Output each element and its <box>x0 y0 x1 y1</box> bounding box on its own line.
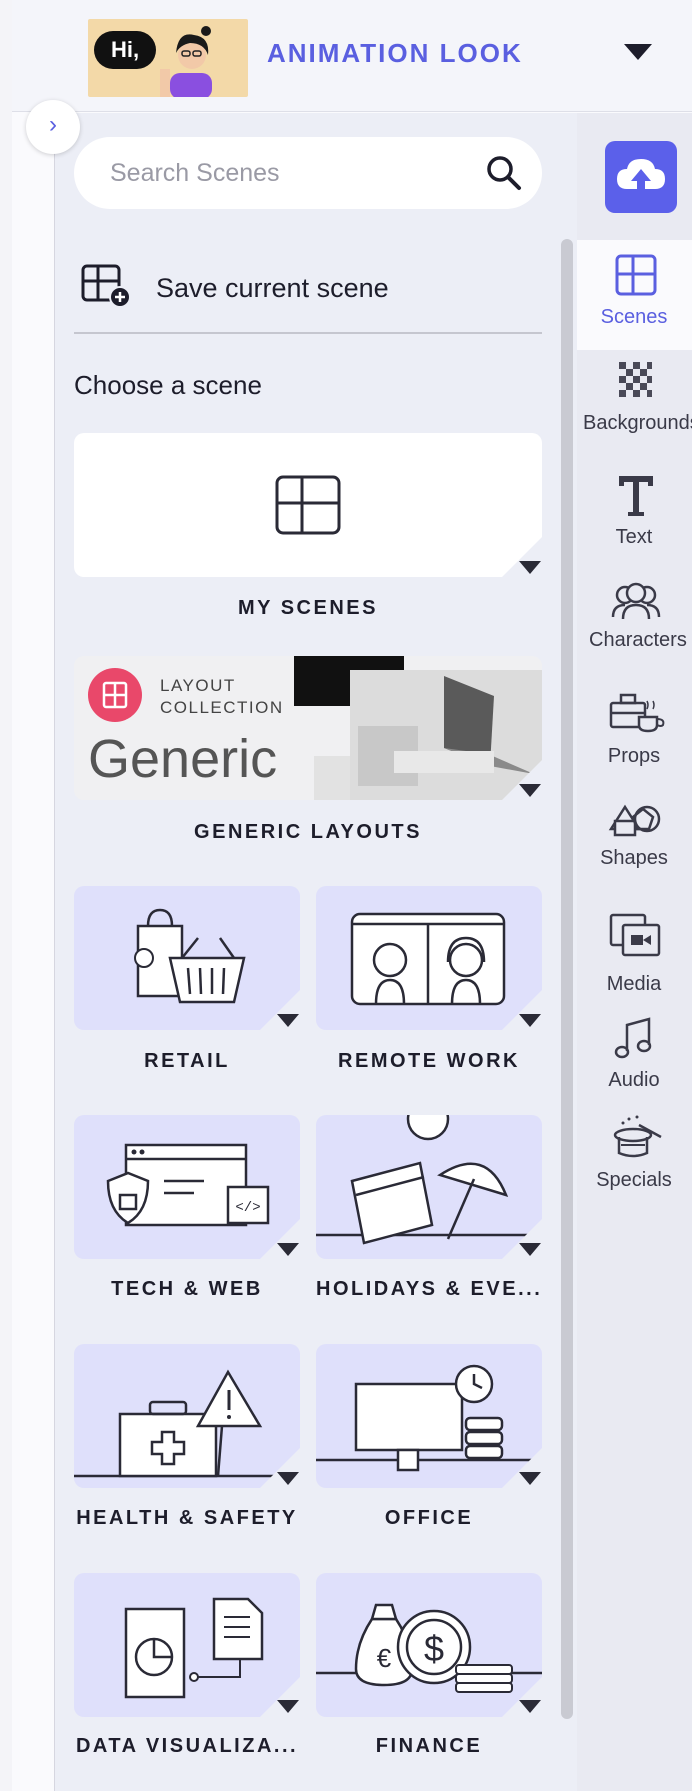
category-label-generic-layouts: GENERIC LAYOUTS <box>194 821 422 843</box>
divider <box>74 332 542 334</box>
choose-scene-heading: Choose a scene <box>74 370 262 400</box>
category-label-data-visualization: DATA VISUALIZA... <box>75 1735 299 1757</box>
shopping-basket-icon <box>74 886 300 1030</box>
nav-shapes[interactable]: Shapes <box>577 801 692 901</box>
category-label-holidays-events: HOLIDAYS & EVE... <box>316 1278 543 1300</box>
video-call-icon <box>316 886 542 1030</box>
scenes-icon <box>615 254 657 296</box>
speech-bubble: Hi, <box>94 31 156 69</box>
data-visualization-dropdown-icon[interactable] <box>277 1700 299 1713</box>
music-note-icon <box>614 1017 652 1059</box>
nav-text[interactable]: Text <box>577 470 692 570</box>
nav-label-text: Text <box>615 526 653 548</box>
generic-layouts-card[interactable]: LAYOUT COLLECTION Generic <box>74 656 542 800</box>
nav-label-specials: Specials <box>596 1169 672 1191</box>
retail-card[interactable] <box>74 886 300 1030</box>
woman-illustration-icon <box>160 26 212 97</box>
data-visualization-card[interactable] <box>74 1573 300 1717</box>
category-label-finance: FINANCE <box>375 1735 483 1757</box>
layout-collection-line1: LAYOUT <box>160 676 236 695</box>
nav-label-characters: Characters <box>589 629 687 651</box>
tech-web-card[interactable]: </> <box>74 1115 300 1259</box>
health-safety-card[interactable] <box>74 1344 300 1488</box>
category-label-office: OFFICE <box>384 1507 474 1529</box>
pie-chart-document-icon <box>74 1573 300 1717</box>
my-scenes-card[interactable] <box>74 433 542 577</box>
search-icon[interactable] <box>484 153 524 193</box>
svg-text:</>: </> <box>235 1200 260 1216</box>
holidays-events-card[interactable] <box>316 1115 542 1259</box>
cloud-upload-icon <box>617 159 665 189</box>
nav-label-shapes: Shapes <box>600 847 668 869</box>
nav-media[interactable]: Media <box>577 901 692 1011</box>
save-current-scene-button[interactable]: Save current scene <box>74 253 542 325</box>
laptop-photo-image <box>294 656 542 800</box>
left-edge-strip <box>0 0 12 1791</box>
checkerboard-icon <box>619 362 652 397</box>
web-browser-icon: </> <box>74 1115 300 1259</box>
save-scene-icon <box>81 264 131 308</box>
category-label-retail: RETAIL <box>144 1050 230 1072</box>
finance-dropdown-icon[interactable] <box>519 1700 541 1713</box>
props-icon <box>609 693 665 733</box>
category-label-my-scenes: MY SCENES <box>238 597 378 619</box>
svg-text:$: $ <box>424 1628 444 1669</box>
text-icon <box>619 476 653 516</box>
chevron-right-icon: › <box>49 111 57 138</box>
health-safety-dropdown-icon[interactable] <box>277 1472 299 1485</box>
nav-label-backgrounds: Backgrounds <box>583 412 692 434</box>
money-bag-coins-icon: € $ <box>316 1573 542 1717</box>
expand-panel-button[interactable]: › <box>26 100 80 154</box>
nav-audio[interactable]: Audio <box>577 1011 692 1111</box>
generic-layouts-dropdown-icon[interactable] <box>519 784 541 797</box>
layout-collection-badge-icon <box>88 668 142 722</box>
nav-characters[interactable]: Characters <box>577 581 692 681</box>
office-dropdown-icon[interactable] <box>519 1472 541 1485</box>
holidays-events-dropdown-icon[interactable] <box>519 1243 541 1256</box>
nav-label-media: Media <box>606 973 662 995</box>
tech-web-dropdown-icon[interactable] <box>277 1243 299 1256</box>
category-label-tech-web: TECH & WEB <box>111 1278 263 1300</box>
save-current-scene-label: Save current scene <box>156 273 389 303</box>
search-bar <box>74 137 542 209</box>
remote-work-card[interactable] <box>316 886 542 1030</box>
animation-look-title[interactable]: ANIMATION LOOK <box>267 38 523 69</box>
my-scenes-dropdown-icon[interactable] <box>519 561 541 574</box>
finance-card[interactable]: € $ <box>316 1573 542 1717</box>
characters-icon <box>611 582 661 620</box>
shapes-icon <box>608 804 661 837</box>
layout-collection-line2: COLLECTION <box>160 698 284 717</box>
nav-label-props: Props <box>607 745 661 767</box>
scenes-panel: Save current scene Choose a scene MY SCE… <box>55 113 577 1791</box>
office-card[interactable] <box>316 1344 542 1488</box>
category-label-remote-work: REMOTE WORK <box>338 1050 520 1072</box>
first-aid-kit-icon <box>74 1344 300 1488</box>
nav-label-audio: Audio <box>608 1069 660 1091</box>
nav-specials[interactable]: Specials <box>577 1111 692 1221</box>
upload-button[interactable] <box>605 141 677 213</box>
search-input[interactable] <box>110 137 470 209</box>
right-sidebar: Scenes Backgrounds Text Characters Props… <box>577 113 692 1791</box>
media-icon <box>609 913 661 957</box>
animation-look-thumbnail[interactable]: Hi, <box>88 19 248 97</box>
nav-props[interactable]: Props <box>577 691 692 791</box>
remote-work-dropdown-icon[interactable] <box>519 1014 541 1027</box>
office-monitor-icon <box>316 1344 542 1488</box>
magic-hat-icon <box>613 1115 662 1158</box>
generic-word: Generic <box>88 729 278 789</box>
chevron-down-icon[interactable] <box>624 44 652 60</box>
retail-dropdown-icon[interactable] <box>277 1014 299 1027</box>
nav-backgrounds[interactable]: Backgrounds <box>577 360 692 460</box>
beach-umbrella-icon <box>316 1115 542 1259</box>
nav-label-scenes: Scenes <box>600 306 668 328</box>
nav-scenes[interactable]: Scenes <box>577 240 692 350</box>
svg-text:€: € <box>377 1643 392 1673</box>
category-label-health-safety: HEALTH & SAFETY <box>76 1507 298 1529</box>
scenes-layout-icon <box>74 433 542 577</box>
